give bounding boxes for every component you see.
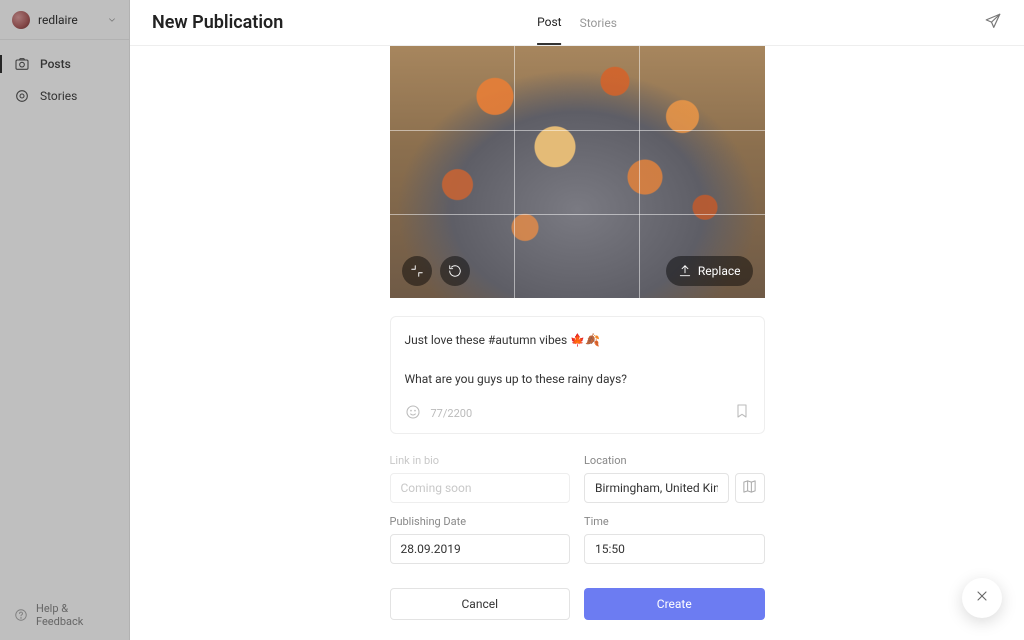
map-icon (742, 479, 757, 498)
time-input[interactable] (584, 534, 765, 564)
publishing-date-label: Publishing Date (390, 515, 571, 528)
upload-icon (678, 264, 692, 278)
send-icon[interactable] (984, 12, 1002, 34)
image-preview[interactable]: Replace (390, 46, 765, 298)
location-input[interactable] (584, 473, 729, 503)
link-in-bio-field: Link in bio (390, 454, 571, 503)
tab-post[interactable]: Post (537, 1, 561, 45)
cancel-button[interactable]: Cancel (390, 588, 571, 620)
modal-header: New Publication Post Stories (130, 0, 1024, 46)
shrink-icon (410, 264, 424, 278)
emoji-icon[interactable] (405, 404, 421, 423)
location-field: Location (584, 454, 765, 503)
time-label: Time (584, 515, 765, 528)
action-row: Cancel Create (390, 588, 765, 620)
new-publication-modal: New Publication Post Stories (130, 0, 1024, 640)
caption-input[interactable]: Just love these #autumn vibes 🍁🍂 What ar… (405, 331, 750, 389)
modal-title: New Publication (152, 12, 283, 33)
time-field: Time (584, 515, 765, 564)
map-button[interactable] (735, 473, 765, 503)
close-button[interactable] (962, 578, 1002, 618)
rotate-icon (448, 264, 462, 278)
link-in-bio-label: Link in bio (390, 454, 571, 467)
tab-stories[interactable]: Stories (580, 2, 617, 44)
replace-button[interactable]: Replace (666, 256, 753, 286)
modal-body: Replace Just love these #autumn vibes 🍁🍂… (130, 46, 1024, 640)
close-icon (974, 588, 990, 608)
modal-tabs: Post Stories (537, 0, 617, 46)
caption-card: Just love these #autumn vibes 🍁🍂 What ar… (390, 316, 765, 434)
bookmark-icon[interactable] (734, 403, 750, 423)
create-button[interactable]: Create (584, 588, 765, 620)
publishing-date-field: Publishing Date (390, 515, 571, 564)
publishing-date-input[interactable] (390, 534, 571, 564)
crop-button[interactable] (402, 256, 432, 286)
char-counter: 77/2200 (431, 407, 473, 420)
rotate-button[interactable] (440, 256, 470, 286)
location-label: Location (584, 454, 765, 467)
link-in-bio-input (390, 473, 571, 503)
replace-label: Replace (698, 264, 741, 278)
form-grid: Link in bio Location (390, 454, 765, 564)
